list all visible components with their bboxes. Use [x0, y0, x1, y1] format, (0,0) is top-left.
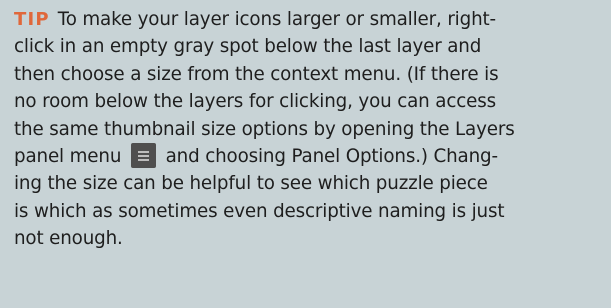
panel-menu-icon	[130, 143, 156, 169]
tip-box: TIP To make your layer icons larger or sm…	[0, 0, 611, 308]
tip-line-6-text-a: panel menu	[14, 146, 122, 168]
tip-text: TIP To make your layer icons larger or sm…	[14, 6, 599, 253]
tip-line-1-text: To make your layer icons larger or small…	[57, 9, 496, 30]
tip-line-9: not enough.	[14, 228, 123, 250]
tip-line-8: is which as sometimes even descriptive n…	[14, 200, 505, 222]
tip-line-1: TIP To make your layer icons larger or sm…	[14, 6, 599, 33]
tip-line-7: ing the size can be helpful to see which…	[14, 173, 488, 195]
tip-line-6-text-b: and choosing Panel Options.) Chang-	[165, 146, 498, 168]
tip-label: TIP	[14, 9, 50, 30]
tip-line-5: the same thumbnail size options by openi…	[14, 118, 515, 140]
tip-line-3: then choose a size from the context menu…	[14, 63, 499, 85]
tip-line-2: click in an empty gray spot below the la…	[14, 36, 482, 58]
tip-line-6: panel menu and choosing Panel Options.) …	[14, 143, 599, 170]
tip-line-4: no room below the layers for clicking, y…	[14, 91, 496, 113]
